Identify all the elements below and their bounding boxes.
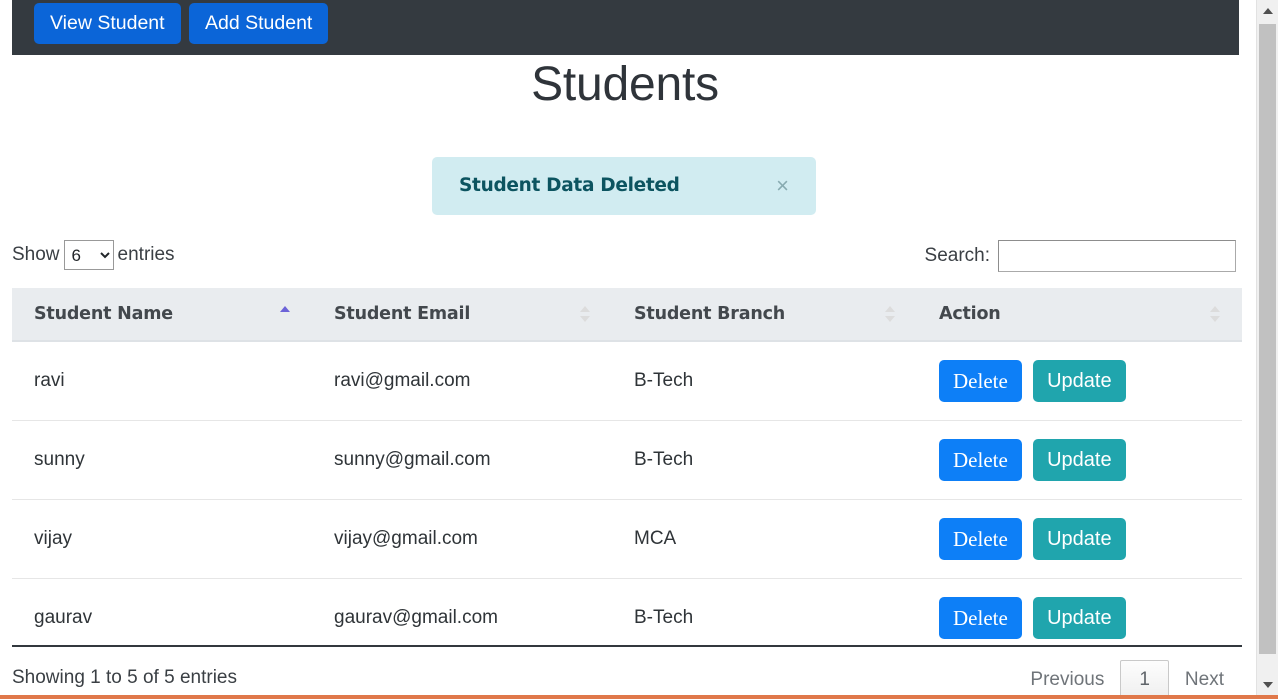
cell-student-branch: MCA [612,500,917,579]
table-row: vijay vijay@gmail.com MCA Delete Update [12,500,1242,579]
delete-button[interactable]: Delete [939,360,1022,402]
cell-student-email: ravi@gmail.com [312,341,612,421]
pagination-next[interactable]: Next [1173,661,1236,699]
update-button[interactable]: Update [1033,518,1126,560]
delete-button[interactable]: Delete [939,518,1022,560]
cell-action: Delete Update [917,421,1242,500]
update-button[interactable]: Update [1033,360,1126,402]
page-viewport: View Student Add Student Students Studen… [0,0,1256,699]
table-info: Showing 1 to 5 of 5 entries [12,667,237,689]
search-input[interactable] [998,240,1236,272]
column-label: Student Branch [634,304,785,324]
column-header-action[interactable]: Action [917,288,1242,341]
column-label: Student Email [334,304,470,324]
column-label: Action [939,304,1001,324]
page-length-select[interactable]: 6 [64,240,114,270]
cell-student-name: sunny [12,421,312,500]
column-header-student-branch[interactable]: Student Branch [612,288,917,341]
update-button[interactable]: Update [1033,597,1126,639]
pagination: Previous1Next [1018,660,1236,699]
cell-action: Delete Update [917,341,1242,421]
vertical-scrollbar[interactable] [1256,0,1278,699]
students-table-wrapper: Student Name Student Email Student Branc… [12,288,1242,657]
pagination-previous[interactable]: Previous [1018,661,1116,699]
column-label: Student Name [34,304,173,324]
entries-label: entries [118,244,175,265]
sort-icon[interactable] [580,306,590,322]
delete-button[interactable]: Delete [939,597,1022,639]
window-bottom-accent [0,695,1278,699]
column-header-student-email[interactable]: Student Email [312,288,612,341]
cell-student-name: ravi [12,341,312,421]
sort-icon[interactable] [1210,306,1220,322]
table-head: Student Name Student Email Student Branc… [12,288,1242,341]
search-control: Search: [925,240,1236,272]
table-header-row: Student Name Student Email Student Branc… [12,288,1242,341]
scroll-down-icon[interactable] [1257,674,1278,695]
sort-ascending-icon[interactable] [280,306,290,322]
update-button[interactable]: Update [1033,439,1126,481]
page-title: Students [0,57,1250,112]
close-icon[interactable]: × [776,173,789,199]
students-table: Student Name Student Email Student Branc… [12,288,1242,657]
add-student-button[interactable]: Add Student [189,3,328,44]
show-label: Show [12,244,60,265]
alert-banner: Student Data Deleted × [432,157,816,215]
search-label: Search: [925,245,990,266]
cell-action: Delete Update [917,500,1242,579]
table-body: ravi ravi@gmail.com B-Tech Delete Update… [12,341,1242,657]
cell-student-email: sunny@gmail.com [312,421,612,500]
view-student-button[interactable]: View Student [34,3,181,44]
entries-length-control: Show 6 entries [12,240,175,270]
sort-icon[interactable] [885,306,895,322]
table-bottom-divider [12,645,1242,647]
delete-button[interactable]: Delete [939,439,1022,481]
cell-student-name: vijay [12,500,312,579]
alert-message: Student Data Deleted [459,175,680,196]
cell-student-branch: B-Tech [612,421,917,500]
table-row: sunny sunny@gmail.com B-Tech Delete Upda… [12,421,1242,500]
cell-student-branch: B-Tech [612,341,917,421]
table-row: ravi ravi@gmail.com B-Tech Delete Update [12,341,1242,421]
pagination-page-1[interactable]: 1 [1120,660,1169,699]
scrollbar-thumb[interactable] [1259,24,1276,654]
column-header-student-name[interactable]: Student Name [12,288,312,341]
scroll-up-icon[interactable] [1257,0,1278,21]
cell-student-email: vijay@gmail.com [312,500,612,579]
navbar: View Student Add Student [12,0,1239,55]
